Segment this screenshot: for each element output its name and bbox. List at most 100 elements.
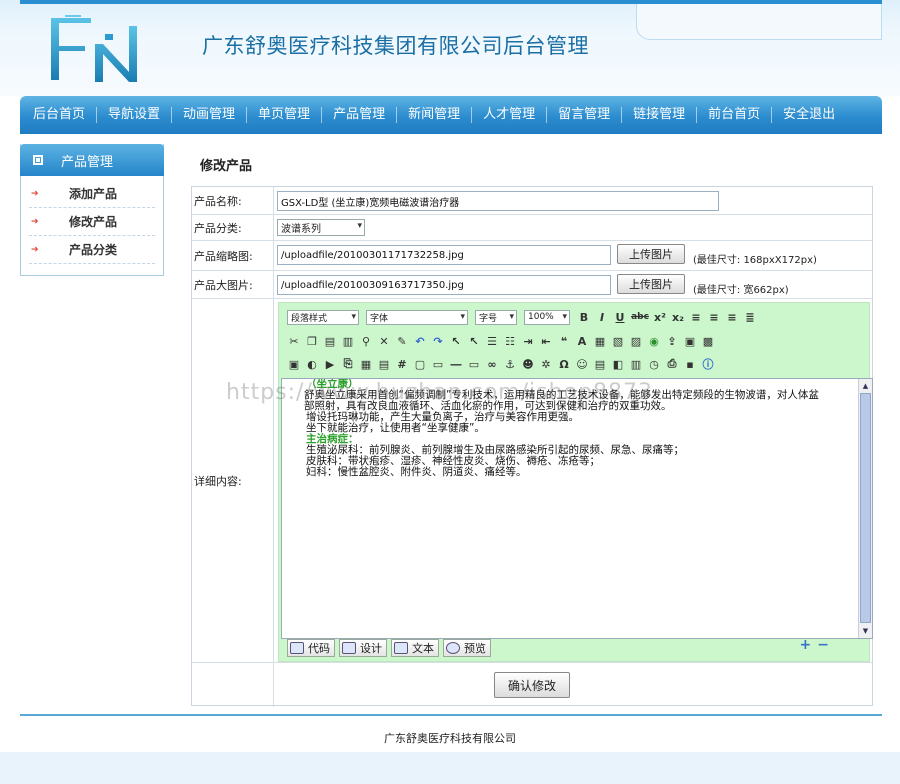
font-select[interactable]: 字体 bbox=[366, 309, 468, 325]
indent-icon[interactable]: ⇥ bbox=[521, 334, 535, 348]
large-image-size-hint: (最佳尺寸: 宽662px) bbox=[693, 285, 789, 296]
sidebar-item-edit-product[interactable]: ➔ 修改产品 bbox=[29, 208, 155, 236]
video-icon[interactable]: ▶ bbox=[323, 357, 337, 371]
user-icon[interactable]: ☻ bbox=[521, 357, 535, 371]
mode-tab-text[interactable]: 文本 bbox=[391, 639, 439, 657]
nav-item-navigation[interactable]: 导航设置 bbox=[97, 107, 173, 123]
zoom-value: 100% bbox=[528, 312, 554, 322]
form-icon[interactable]: ▭ bbox=[431, 357, 445, 371]
nav-item-animation[interactable]: 动画管理 bbox=[172, 107, 248, 123]
editor-content-area[interactable]: （坐立康） 舒奥坐立康采用首创“偏频调制”专利技术，运用精良的工艺技术设备，能够发… bbox=[281, 378, 873, 639]
attachment-icon[interactable]: ⎘ bbox=[341, 357, 355, 371]
anchor-icon[interactable]: ⚓ bbox=[503, 357, 517, 371]
align-right-icon[interactable]: ≡ bbox=[725, 310, 739, 324]
outdent-icon[interactable]: ⇤ bbox=[539, 334, 553, 348]
product-name-input[interactable] bbox=[277, 191, 719, 211]
copy-icon[interactable]: ❐ bbox=[305, 334, 319, 348]
save-icon[interactable]: ▪ bbox=[683, 357, 697, 371]
mode-tab-design[interactable]: 设计 bbox=[339, 639, 387, 657]
zoom-select[interactable]: 100% bbox=[524, 309, 570, 325]
table-icon[interactable]: ▦ bbox=[359, 357, 373, 371]
textbox-icon[interactable]: ▭ bbox=[467, 357, 481, 371]
align-center-icon[interactable]: ≡ bbox=[707, 310, 721, 324]
paste-text-icon[interactable]: ▥ bbox=[341, 334, 355, 348]
marquee-icon[interactable]: ▥ bbox=[629, 357, 643, 371]
info-icon[interactable]: ⓘ bbox=[701, 357, 715, 371]
format-painter-icon[interactable]: ▧ bbox=[611, 334, 625, 348]
font-size-select[interactable]: 字号 bbox=[475, 309, 517, 325]
upload-icon[interactable]: ⇪ bbox=[665, 334, 679, 348]
sidebar-item-label: 产品分类 bbox=[69, 243, 118, 257]
special-char-icon[interactable]: Ω bbox=[557, 357, 571, 371]
flash-icon[interactable]: ◐ bbox=[305, 357, 319, 371]
subscript-icon[interactable]: x₂ bbox=[671, 310, 685, 324]
code-icon bbox=[290, 642, 304, 654]
clock-icon[interactable]: ◷ bbox=[647, 357, 661, 371]
nav-item-admin-home[interactable]: 后台首页 bbox=[22, 107, 98, 123]
sidebar-item-product-category[interactable]: ➔ 产品分类 bbox=[29, 236, 155, 264]
mode-tab-code[interactable]: 代码 bbox=[287, 639, 335, 657]
sidebar-item-add-product[interactable]: ➔ 添加产品 bbox=[29, 180, 155, 208]
image-manager-icon[interactable]: ▩ bbox=[701, 334, 715, 348]
globe-icon[interactable]: ◉ bbox=[647, 334, 661, 348]
design-icon bbox=[342, 642, 356, 654]
select-icon[interactable]: ↖ bbox=[449, 334, 463, 348]
text-color-icon[interactable]: A bbox=[575, 334, 589, 348]
redo-icon[interactable]: ↷ bbox=[431, 334, 445, 348]
confirm-edit-button[interactable]: 确认修改 bbox=[494, 672, 570, 698]
category-select[interactable]: 波谱系列 bbox=[277, 219, 365, 236]
page-icon[interactable]: ◧ bbox=[611, 357, 625, 371]
nav-item-front-home[interactable]: 前台首页 bbox=[697, 107, 773, 123]
print-icon[interactable]: ⎙ bbox=[665, 357, 679, 371]
link-icon[interactable]: ∞ bbox=[485, 357, 499, 371]
strikethrough-icon[interactable]: abc bbox=[631, 310, 649, 324]
scroll-up-icon[interactable]: ▲ bbox=[860, 380, 871, 392]
nav-item-talent[interactable]: 人才管理 bbox=[472, 107, 548, 123]
bug-icon[interactable]: ✲ bbox=[539, 357, 553, 371]
nav-item-logout[interactable]: 安全退出 bbox=[772, 107, 846, 123]
thumbnail-path-input[interactable] bbox=[277, 245, 611, 265]
emoticon-icon[interactable]: ☺ bbox=[575, 357, 589, 371]
large-image-path-input[interactable] bbox=[277, 275, 611, 295]
layer-icon[interactable]: ▢ bbox=[413, 357, 427, 371]
style-icon[interactable]: ▨ bbox=[629, 334, 643, 348]
editor-scrollbar[interactable]: ▲ ▼ bbox=[858, 379, 872, 638]
delete-icon[interactable]: ✕ bbox=[377, 334, 391, 348]
cut-icon[interactable]: ✂ bbox=[287, 334, 301, 348]
minus-icon[interactable]: − bbox=[817, 637, 829, 653]
scroll-thumb[interactable] bbox=[860, 393, 871, 623]
table-properties-icon[interactable]: ▤ bbox=[377, 357, 391, 371]
underline-icon[interactable]: U bbox=[613, 310, 627, 324]
upload-thumbnail-button[interactable]: 上传图片 bbox=[617, 244, 685, 264]
bold-icon[interactable]: B bbox=[577, 310, 591, 324]
insert-grid-icon[interactable]: # bbox=[395, 357, 409, 371]
nav-item-products[interactable]: 产品管理 bbox=[322, 107, 398, 123]
clear-format-icon[interactable]: ✎ bbox=[395, 334, 409, 348]
image-icon[interactable]: ▣ bbox=[287, 357, 301, 371]
paste-icon[interactable]: ▤ bbox=[323, 334, 337, 348]
upload-large-image-button[interactable]: 上传图片 bbox=[617, 274, 685, 294]
horizontal-rule-icon[interactable]: ― bbox=[449, 357, 463, 371]
nav-item-messages[interactable]: 留言管理 bbox=[547, 107, 623, 123]
nav-item-news[interactable]: 新闻管理 bbox=[397, 107, 473, 123]
italic-icon[interactable]: I bbox=[595, 310, 609, 324]
select-all-icon[interactable]: ↖ bbox=[467, 334, 481, 348]
undo-icon[interactable]: ↶ bbox=[413, 334, 427, 348]
superscript-icon[interactable]: x² bbox=[653, 310, 667, 324]
nav-item-pages[interactable]: 单页管理 bbox=[247, 107, 323, 123]
date-icon[interactable]: ▤ bbox=[593, 357, 607, 371]
mode-tab-preview[interactable]: 预览 bbox=[443, 639, 491, 657]
nav-item-links[interactable]: 链接管理 bbox=[622, 107, 698, 123]
highlight-icon[interactable]: ▦ bbox=[593, 334, 607, 348]
align-justify-icon[interactable]: ≣ bbox=[743, 310, 757, 324]
paragraph-style-select[interactable]: 段落样式 bbox=[287, 309, 359, 325]
ordered-list-icon[interactable]: ☰ bbox=[485, 334, 499, 348]
media-icon[interactable]: ▣ bbox=[683, 334, 697, 348]
unordered-list-icon[interactable]: ☷ bbox=[503, 334, 517, 348]
find-icon[interactable]: ⚲ bbox=[359, 334, 373, 348]
scroll-down-icon[interactable]: ▼ bbox=[860, 625, 871, 637]
block-quote-icon[interactable]: ❝ bbox=[557, 334, 571, 348]
plus-icon[interactable]: + bbox=[800, 637, 812, 653]
align-left-icon[interactable]: ≡ bbox=[689, 310, 703, 324]
thumbnail-label: 产品缩略图: bbox=[192, 241, 274, 270]
